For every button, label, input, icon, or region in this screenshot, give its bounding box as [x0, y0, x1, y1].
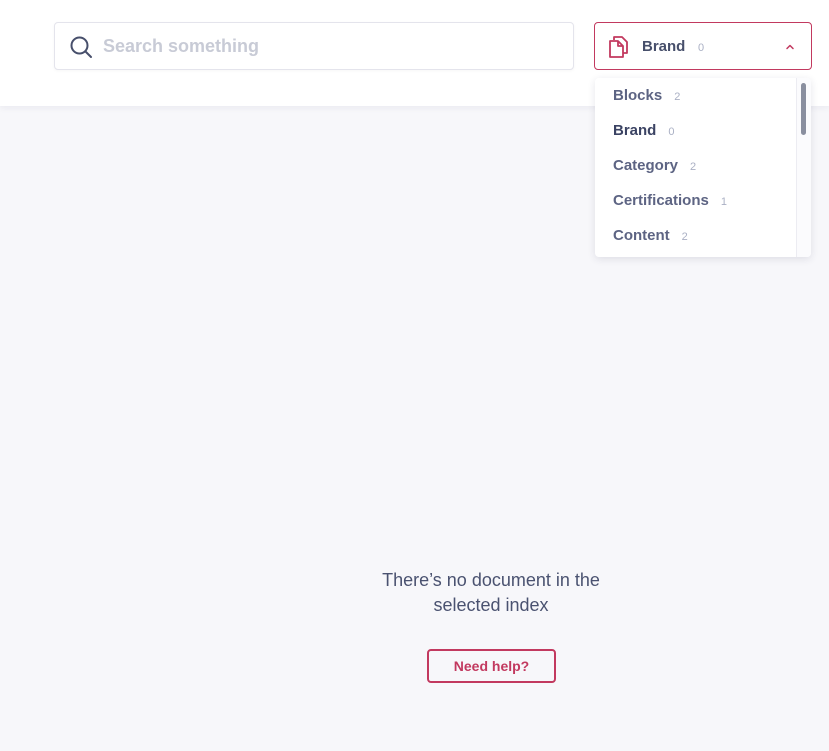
dropdown-item-content[interactable]: Content 2 [613, 227, 688, 257]
scrollbar-thumb[interactable] [801, 83, 806, 135]
selected-index-count: 0 [698, 42, 705, 54]
empty-state-line-1: There’s no document in the [382, 570, 600, 590]
selected-index-label: Brand [642, 38, 686, 55]
dropdown-item-blocks[interactable]: Blocks 2 [613, 87, 680, 117]
index-selector[interactable]: Brand 0 [594, 22, 812, 70]
dropdown-item-category[interactable]: Category 2 [613, 157, 696, 187]
dropdown-item-count: 0 [668, 126, 675, 138]
dropdown-item-label: Content [613, 227, 670, 244]
dropdown-item-label: Category [613, 157, 679, 174]
dropdown-item-count: 1 [720, 196, 727, 208]
search-input[interactable] [103, 31, 563, 61]
dropdown-item-label: Brand [613, 122, 657, 139]
document-copy-icon [607, 35, 629, 59]
need-help-button[interactable]: Need help? [427, 649, 556, 683]
dropdown-item-count: 2 [681, 231, 688, 243]
dropdown-item-label: Blocks [613, 87, 663, 104]
dropdown-item-certifications[interactable]: Certifications 1 [613, 192, 727, 222]
index-dropdown: Blocks 2 Brand 0 Category 2 Certificatio… [595, 78, 811, 257]
chevron-up-icon [784, 40, 796, 52]
empty-state-message: There’s no document in the selected inde… [340, 568, 642, 618]
dropdown-item-label: Certifications [613, 192, 709, 209]
search-icon [69, 35, 93, 59]
search-box[interactable] [54, 22, 574, 70]
dropdown-item-count: 2 [690, 161, 697, 173]
dropdown-item-count: 2 [674, 91, 681, 103]
empty-state-line-2: selected index [433, 595, 549, 615]
dropdown-item-brand[interactable]: Brand 0 [613, 122, 674, 152]
